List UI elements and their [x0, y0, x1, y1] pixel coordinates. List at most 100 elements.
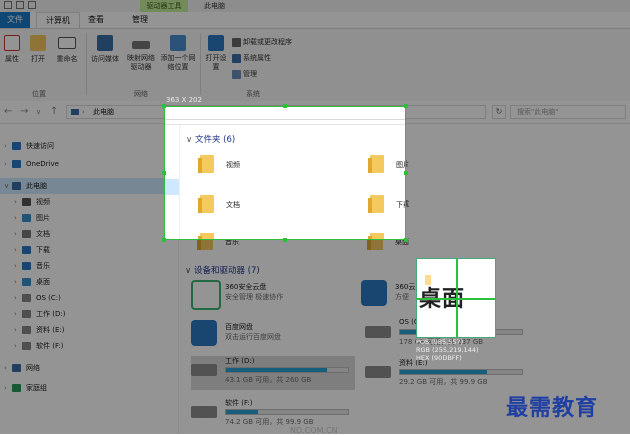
group-label-network: 网络: [134, 90, 148, 98]
nav-item-label: 快速访问: [26, 142, 54, 150]
cloud-icon: [12, 160, 21, 168]
open-button[interactable]: 打开: [28, 35, 48, 64]
expand-chevron-icon[interactable]: ›: [4, 138, 7, 154]
hard-drive-icon: [365, 326, 391, 338]
selection-handle[interactable]: [162, 171, 166, 175]
open-settings-button[interactable]: 打开设置: [204, 35, 228, 72]
capture-selection-box[interactable]: 驱动器工具 此电脑 文件 计算机 查看 管理 属性 打开 重命名 位置 访问媒体…: [164, 106, 406, 240]
nav-item[interactable]: › 快速访问: [0, 138, 178, 154]
selection-handle[interactable]: [404, 238, 408, 242]
expand-chevron-icon[interactable]: ›: [14, 210, 17, 226]
nav-item[interactable]: ∨此电脑: [165, 179, 179, 195]
expand-chevron-icon[interactable]: ›: [14, 322, 17, 338]
pixel-hex: HEX (90DBFF): [416, 354, 462, 362]
nav-item[interactable]: › 软件 (F:): [0, 338, 178, 354]
expand-chevron-icon[interactable]: ›: [4, 380, 7, 396]
folders-section-label: 文件夹 (6): [194, 135, 236, 145]
nav-item[interactable]: › 家庭组: [0, 380, 178, 396]
forward-icon[interactable]: →: [20, 106, 28, 118]
manage-label: 管理: [243, 70, 257, 78]
up-icon[interactable]: ↑: [50, 106, 58, 118]
selection-handle[interactable]: [404, 171, 408, 175]
drive-icon: [22, 294, 31, 302]
selection-handle[interactable]: [283, 238, 287, 242]
nav-item[interactable]: ›OneDrive: [0, 156, 178, 172]
tab-manage[interactable]: 管理: [124, 12, 156, 28]
map-drive-button[interactable]: 映射网络驱动器: [124, 35, 158, 72]
cloud-drive-subtitle: 安全管理 极速协作: [225, 293, 284, 301]
nav-item[interactable]: ›文档: [0, 226, 178, 242]
nav-item[interactable]: ∨此电脑: [0, 178, 178, 194]
add-location-button[interactable]: 添加一个网络位置: [160, 35, 196, 72]
nav-item[interactable]: › 桌面: [0, 274, 178, 290]
network-drive-icon: [132, 41, 150, 49]
content-pane: ∨ 文件夹 (6) ∨ 设备和驱动器 (7) 视频图片文档下载音乐桌面 360安…: [180, 125, 405, 239]
folders-section-header[interactable]: ∨ 文件夹 (6): [186, 133, 405, 145]
selection-handle[interactable]: [283, 104, 287, 108]
nav-item[interactable]: ›快速访问: [165, 139, 179, 155]
selection-handle[interactable]: [162, 238, 166, 242]
nav-item[interactable]: ›文档: [165, 227, 179, 239]
drive-usage-bar: [225, 367, 349, 373]
expand-chevron-icon[interactable]: ›: [4, 156, 7, 172]
nav-item[interactable]: ›视频: [165, 195, 179, 211]
nav-item[interactable]: › OS (C:): [0, 290, 178, 306]
rename-icon: [58, 37, 76, 49]
expand-chevron-icon[interactable]: ›: [14, 194, 17, 210]
drive-name: 工作 (D:): [225, 357, 255, 365]
path-chevron-icon: ›: [82, 108, 85, 116]
cloud-drive-icon: [361, 280, 387, 306]
uninstall-button[interactable]: 卸载或更改程序: [232, 37, 292, 47]
nav-item[interactable]: › 下载: [0, 242, 178, 258]
expand-chevron-icon[interactable]: ›: [14, 258, 17, 274]
nav-item[interactable]: ›图片: [165, 211, 179, 227]
cloud-drive-subtitle: 双击运行百度网盘: [225, 333, 281, 341]
ribbon-tab-bar: 文件 计算机 查看 管理: [0, 12, 630, 29]
expand-chevron-icon[interactable]: ∨: [4, 178, 9, 194]
recent-chevron-icon[interactable]: ∨: [36, 106, 41, 118]
access-media-button[interactable]: 访问媒体: [90, 35, 120, 64]
group-label-system: 系统: [246, 90, 260, 98]
nav-item[interactable]: ›OneDrive: [165, 157, 179, 173]
selection-handle[interactable]: [404, 104, 408, 108]
tab-view[interactable]: 查看: [84, 12, 108, 28]
chevron-down-icon: ∨: [186, 135, 193, 145]
chevron-down-icon[interactable]: [28, 1, 36, 9]
cloud-drive-name: 360云: [395, 283, 416, 291]
nav-item[interactable]: › 工作 (D:): [0, 306, 178, 322]
nav-item[interactable]: ›视频: [0, 194, 178, 210]
tab-file[interactable]: 文件: [0, 12, 30, 28]
selection-handle[interactable]: [162, 104, 166, 108]
manage-button[interactable]: 管理: [232, 69, 257, 79]
search-input[interactable]: 搜索"此电脑": [510, 105, 626, 119]
expand-chevron-icon[interactable]: ›: [14, 274, 17, 290]
drive-item[interactable]: 工作 (D:) 43.1 GB 可用，共 260 GB: [191, 356, 355, 390]
open-settings-label: 打开设置: [205, 54, 227, 71]
title-bar: [0, 0, 630, 12]
undo-icon[interactable]: [16, 1, 24, 9]
tab-computer[interactable]: 计算机: [36, 12, 80, 28]
properties-button[interactable]: 属性: [2, 35, 22, 64]
pixel-info: POS (985,557) RGB (255,219,144) HEX (90D…: [416, 338, 496, 362]
expand-chevron-icon[interactable]: ›: [14, 338, 17, 354]
devices-section-header[interactable]: ∨ 设备和驱动器 (7): [185, 264, 625, 276]
back-icon[interactable]: ←: [4, 106, 12, 118]
nav-item[interactable]: › 音乐: [0, 258, 178, 274]
drive-item[interactable]: 资料 (E:) 29.2 GB 可用，共 99.9 GB: [365, 358, 529, 392]
nav-item[interactable]: ›图片: [0, 210, 178, 226]
expand-chevron-icon[interactable]: ›: [14, 306, 17, 322]
refresh-icon[interactable]: ↻: [492, 105, 506, 119]
download-icon: [22, 246, 31, 254]
expand-chevron-icon[interactable]: ›: [14, 242, 17, 258]
rename-button[interactable]: 重命名: [52, 35, 82, 64]
address-box[interactable]: › 此电脑: [165, 107, 405, 120]
nav-item[interactable]: › 资料 (E:): [0, 322, 178, 338]
expand-chevron-icon[interactable]: ›: [14, 290, 17, 306]
save-icon[interactable]: [4, 1, 12, 9]
folder-label: 下载: [396, 201, 405, 209]
nav-item[interactable]: › 网络: [0, 360, 178, 376]
access-media-label: 访问媒体: [91, 55, 119, 63]
expand-chevron-icon[interactable]: ›: [4, 360, 7, 376]
system-properties-button[interactable]: 系统属性: [232, 53, 271, 63]
expand-chevron-icon[interactable]: ›: [14, 226, 17, 242]
